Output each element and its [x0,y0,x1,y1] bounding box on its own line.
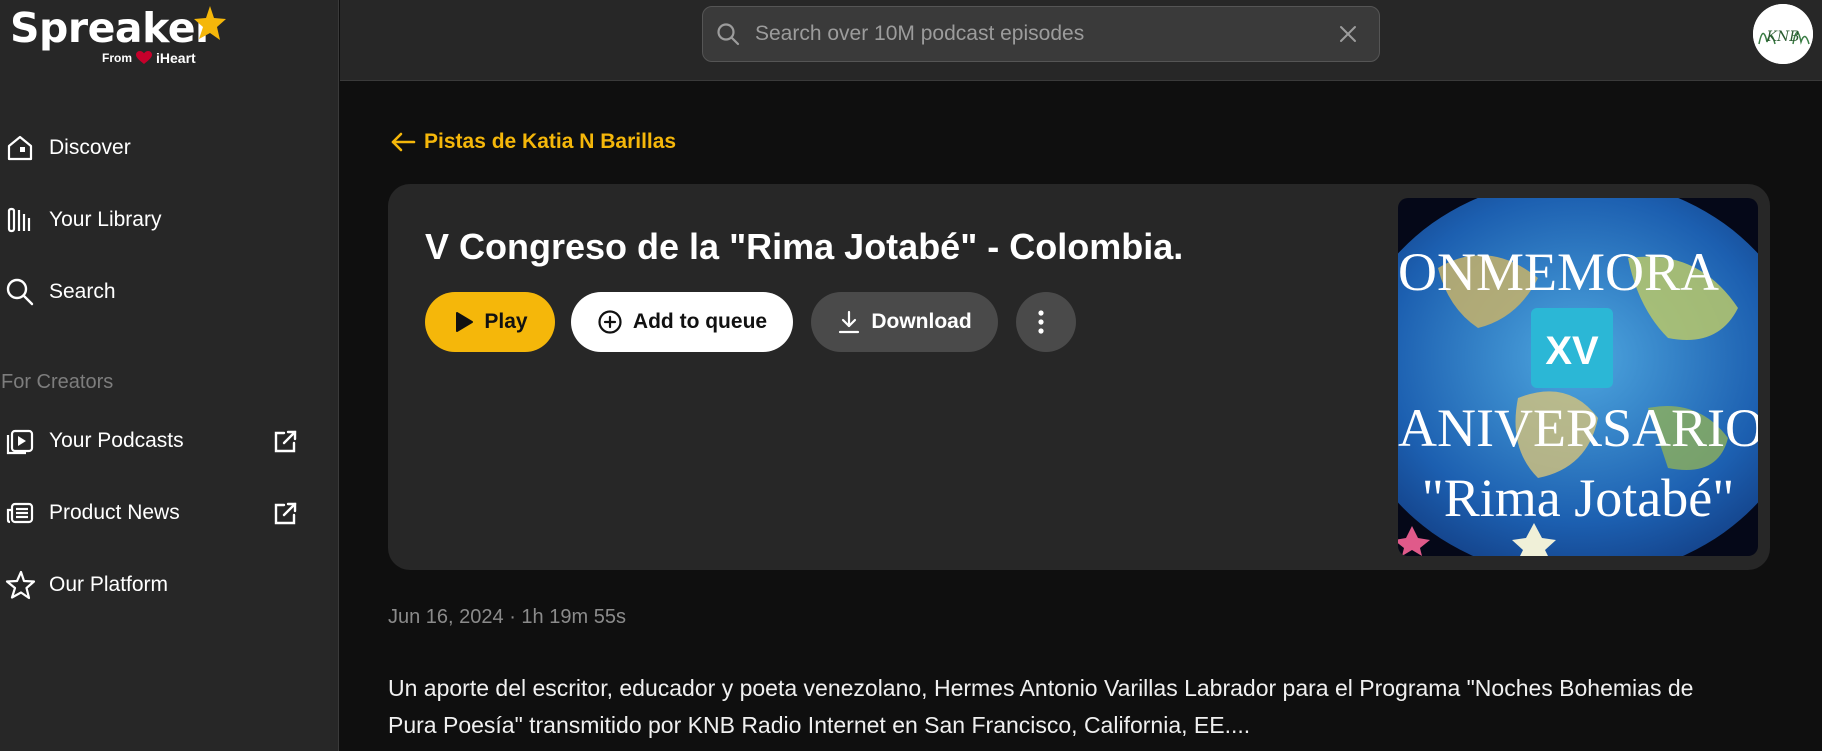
episode-title: V Congreso de la "Rima Jotabé" - Colombi… [425,226,1184,267]
add-circle-icon [598,310,622,334]
sidebar-item-search[interactable]: Search [0,270,320,314]
news-icon [2,495,38,531]
episode-cover-image: ONMEMORA XV ANIVERSARIO "Rima Jotabé" [1398,198,1758,556]
sidebar-item-label: Your Library [49,208,162,231]
search-icon [717,23,740,46]
iheart-heart-icon [136,51,152,64]
sidebar-item-product-news[interactable]: Product News [0,491,320,535]
logo-partner: iHeart [156,50,196,66]
play-icon [456,312,474,332]
download-label: Download [871,310,972,333]
cover-badge: XV [1545,329,1599,373]
spreaker-logo[interactable]: Spreaker From iHeart [10,4,230,68]
home-icon [2,130,38,166]
external-link-icon [274,502,297,525]
logo-star-icon [194,6,226,40]
download-icon [839,310,860,334]
for-creators-label: For Creators [1,371,114,393]
cover-line-1: ONMEMORA [1398,242,1719,302]
sidebar-item-our-platform[interactable]: Our Platform [0,563,320,607]
search-bar[interactable] [702,6,1380,62]
cover-line-3: "Rima Jotabé" [1422,468,1735,528]
external-link-icon [274,430,297,453]
sidebar-item-label: Discover [49,136,131,159]
sidebar-item-label: Product News [49,501,180,524]
avatar[interactable]: KNB [1753,4,1813,64]
more-vertical-icon [1038,310,1044,334]
search-icon [2,274,38,310]
sidebar-item-your-library[interactable]: Your Library [0,198,320,242]
back-link[interactable]: Pistas de Katia N Barillas [390,130,676,154]
sidebar-item-label: Our Platform [49,573,169,596]
sidebar-item-discover[interactable]: Discover [0,126,320,170]
arrow-left-icon [391,132,416,152]
cover-line-2: ANIVERSARIO [1398,398,1758,458]
back-link-label: Pistas de Katia N Barillas [424,130,677,153]
sidebar-item-label: Search [49,280,116,303]
podcast-icon [2,423,38,459]
add-to-queue-label: Add to queue [632,310,768,333]
search-input[interactable] [755,22,1337,46]
sidebar: Spreaker From iHeart Discover Your Libra… [0,0,339,751]
episode-card: V Congreso de la "Rima Jotabé" - Colombi… [388,184,1770,570]
star-icon [2,567,38,603]
sidebar-item-label: Your Podcasts [49,429,184,452]
avatar-image: KNB [1753,4,1813,64]
more-options-button[interactable] [1016,292,1076,352]
logo-from-label: From [102,51,132,65]
episode-description: Un aporte del escritor, educador y poeta… [388,675,1694,738]
play-button-label: Play [484,310,528,333]
top-bar: KNB [340,0,1822,81]
avatar-text: KNB [1766,29,1800,45]
logo-wordmark: Spreaker [10,4,215,52]
play-button[interactable]: Play [425,292,555,352]
sidebar-item-your-podcasts[interactable]: Your Podcasts [0,419,320,463]
clear-search-icon[interactable] [1337,23,1359,45]
download-button[interactable]: Download [811,292,998,352]
add-to-queue-button[interactable]: Add to queue [571,292,793,352]
logo-from: From iHeart [102,50,196,66]
main-content: Pistas de Katia N Barillas V Congreso de… [340,82,1822,751]
episode-meta: Jun 16, 2024 · 1h 19m 55s [388,606,626,628]
library-icon [2,202,38,238]
